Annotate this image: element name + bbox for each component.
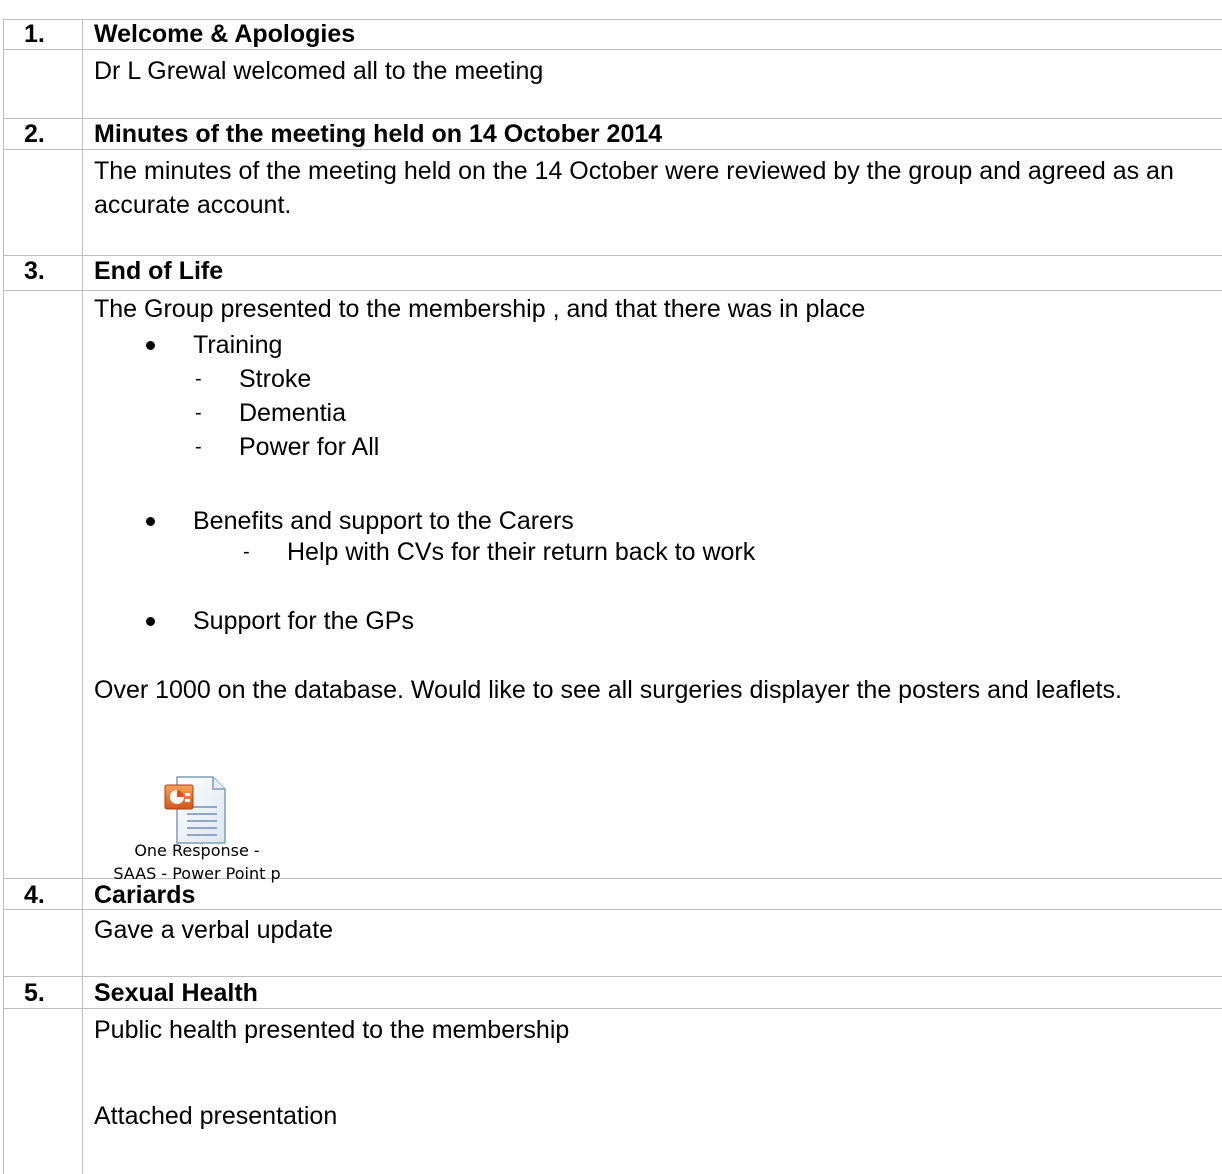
item-heading: Sexual Health xyxy=(94,979,258,1007)
powerpoint-file-icon[interactable] xyxy=(163,773,231,847)
item-intro: The Group presented to the membership , … xyxy=(94,295,866,323)
bullet-item: Benefits and support to the Carers xyxy=(193,507,574,535)
sub-item: Power for All xyxy=(239,433,380,461)
item-number: 4. xyxy=(24,881,45,909)
item-heading: End of Life xyxy=(94,257,224,285)
row-divider xyxy=(3,1008,1222,1009)
column-divider xyxy=(82,19,83,1174)
item-body: Gave a verbal update xyxy=(94,916,334,944)
item-number: 5. xyxy=(24,979,45,1007)
item-body: The minutes of the meeting held on the 1… xyxy=(94,157,1174,219)
row-divider xyxy=(3,149,1222,150)
minutes-document: 1. Welcome & Apologies Dr L Grewal welco… xyxy=(0,0,1222,1174)
item-closing: Over 1000 on the database. Would like to… xyxy=(94,676,1122,704)
row-divider xyxy=(3,976,1222,977)
item-number: 1. xyxy=(24,20,45,48)
sub-item: Dementia xyxy=(239,399,346,427)
dash-icon: - xyxy=(195,436,202,458)
item-number: 3. xyxy=(24,257,45,285)
dash-icon: - xyxy=(195,402,202,424)
bullet-item: Support for the GPs xyxy=(193,607,414,635)
dash-icon: - xyxy=(195,368,202,390)
sub-item: Stroke xyxy=(239,365,312,393)
table-border-left xyxy=(3,19,4,1174)
item-number: 2. xyxy=(24,120,45,148)
row-divider xyxy=(3,290,1222,291)
item-body: Dr L Grewal welcomed all to the meeting xyxy=(94,57,544,85)
attachment-caption-line1: One Response - xyxy=(134,841,260,860)
dash-icon: - xyxy=(243,541,250,563)
bullet-icon xyxy=(146,617,155,626)
item-body-2: Attached presentation xyxy=(94,1102,338,1130)
row-divider xyxy=(3,49,1222,50)
bullet-item: Training xyxy=(193,331,283,359)
item-heading: Cariards xyxy=(94,881,196,909)
bullet-icon xyxy=(146,341,155,350)
bullet-icon xyxy=(146,517,155,526)
item-body: Public health presented to the membershi… xyxy=(94,1016,570,1044)
sub-item: Help with CVs for their return back to w… xyxy=(287,538,756,566)
item-heading: Welcome & Apologies xyxy=(94,20,356,48)
item-heading: Minutes of the meeting held on 14 Octobe… xyxy=(94,120,663,148)
